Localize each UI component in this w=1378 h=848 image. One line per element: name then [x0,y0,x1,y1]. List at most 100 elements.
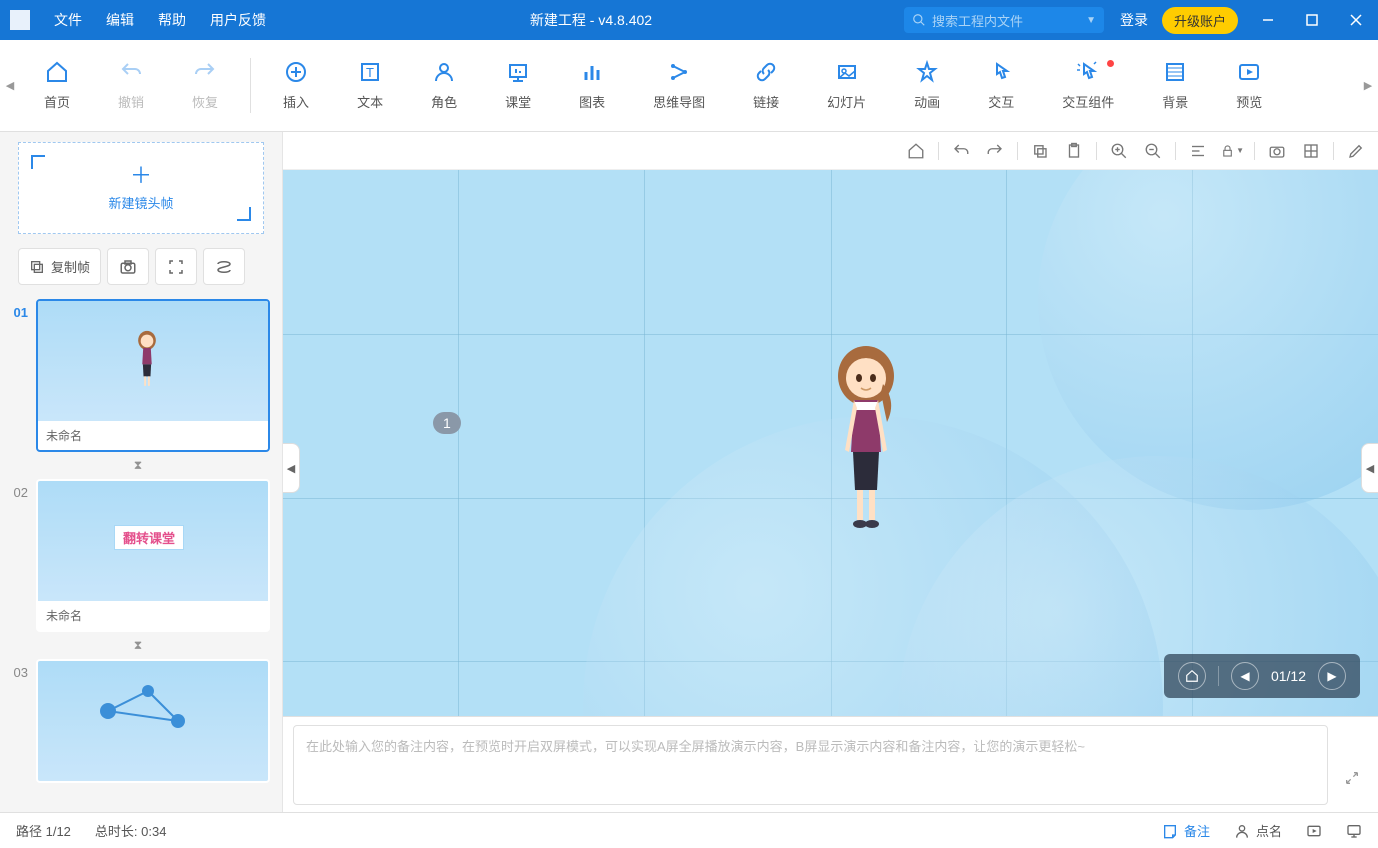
new-frame-button[interactable]: ＋ 新建镜头帧 [18,142,264,234]
page-prev-button[interactable]: ◀ [1231,662,1259,690]
menu-feedback[interactable]: 用户反馈 [198,10,278,30]
focus-button[interactable] [155,248,197,285]
toolbar-chart[interactable]: 图表 [555,40,629,131]
search-placeholder: 搜索工程内文件 [932,11,1023,30]
canvas-zoom-out-icon[interactable] [1141,139,1165,163]
frame-number: 03 [6,659,28,783]
page-home-icon[interactable] [1178,662,1206,690]
sidebar-collapse-button[interactable]: ◀ [283,443,300,493]
path-button[interactable] [203,248,245,285]
statusbar: 路径 1/12 总时长: 0:34 备注 点名 [0,812,1378,848]
canvas-redo-icon[interactable] [983,139,1007,163]
notification-dot [1107,60,1114,67]
frame-label: 未命名 [38,601,268,630]
undo-icon [119,60,143,84]
window-minimize[interactable] [1246,0,1290,40]
toolbar-anim[interactable]: 动画 [890,40,964,131]
bg-icon [1163,60,1187,84]
copy-frame-label: 复制帧 [51,257,90,276]
status-notes-button[interactable]: 备注 [1162,821,1210,840]
toolbar-link-label: 链接 [753,92,779,111]
status-roll-button[interactable]: 点名 [1234,821,1282,840]
notes-expand-icon[interactable] [1344,770,1360,786]
toolbar-slide[interactable]: 幻灯片 [803,40,890,131]
panel-collapse-button[interactable]: ◀ [1361,443,1378,493]
toolbar-widget[interactable]: 交互组件 [1038,40,1138,131]
toolbar-interact[interactable]: 交互 [964,40,1038,131]
toolbar-home-label: 首页 [44,92,70,111]
toolbar-class[interactable]: 课堂 [481,40,555,131]
canvas-grid-icon[interactable] [1299,139,1323,163]
menu-help[interactable]: 帮助 [146,10,198,30]
frame-thumb-02[interactable]: 02翻转课堂未命名 [6,479,270,632]
preview-icon [1237,60,1261,84]
plus-icon: ＋ [130,165,152,187]
menu-edit[interactable]: 编辑 [94,10,146,30]
canvas-lock-icon[interactable]: ▼ [1220,139,1244,163]
home-icon [45,60,69,84]
new-frame-label: 新建镜头帧 [108,193,173,212]
frame-sidebar: ＋ 新建镜头帧 ▼ 复制帧 01未命名⧗02翻转课堂未命名⧗03 [0,132,283,812]
window-close[interactable] [1334,0,1378,40]
canvas[interactable]: 1 [283,170,1378,716]
toolbar-redo[interactable]: 恢复 [168,40,242,131]
login-link[interactable]: 登录 [1120,10,1148,30]
copy-frame-button[interactable]: 复制帧 [18,248,101,285]
frame-label: 未命名 [38,421,268,450]
toolbar-mindmap[interactable]: 思维导图 [629,40,729,131]
page-next-button[interactable]: ▶ [1318,662,1346,690]
frame-transition-icon[interactable]: ⧗ [6,458,270,473]
toolbar-scroll-left[interactable]: ◀ [0,40,20,132]
toolbar-undo[interactable]: 撤销 [94,40,168,131]
toolbar-undo-label: 撤销 [118,92,144,111]
toolbar-bg[interactable]: 背景 [1138,40,1212,131]
canvas-paste-icon[interactable] [1062,139,1086,163]
main-toolbar: ◀ 首页 撤销 恢复 插入T文本角色课堂图表思维导图 链接 幻灯片 动画 交互交互组件 背景预览… [0,40,1378,132]
canvas-home-icon[interactable] [904,139,928,163]
mindmap-icon [667,60,691,84]
frame-thumb-03[interactable]: 03 [6,659,270,783]
slide-icon [835,60,859,84]
status-present-button[interactable] [1346,823,1362,839]
canvas-align-icon[interactable] [1186,139,1210,163]
toolbar-widget-label: 交互组件 [1062,92,1114,111]
anim-icon [915,60,939,84]
frame-transition-icon[interactable]: ⧗ [6,638,270,653]
notes-icon [1162,823,1178,839]
canvas-snapshot-icon[interactable] [1265,139,1289,163]
toolbar-preview-label: 预览 [1236,92,1262,111]
toolbar-scroll-right[interactable]: ▶ [1358,40,1378,132]
svg-text:T: T [366,65,374,80]
canvas-edit-icon[interactable] [1344,139,1368,163]
camera-icon [119,258,137,276]
camera-button[interactable] [107,248,149,285]
canvas-copy-icon[interactable] [1028,139,1052,163]
toolbar-link[interactable]: 链接 [729,40,803,131]
upgrade-button[interactable]: 升级账户 [1162,7,1238,34]
toolbar-preview[interactable]: 预览 [1212,40,1286,131]
person-icon [1234,823,1250,839]
toolbar-slide-label: 幻灯片 [827,92,866,111]
stage-character[interactable] [831,340,901,530]
canvas-undo-icon[interactable] [949,139,973,163]
notes-panel [283,716,1378,812]
search-input[interactable]: 搜索工程内文件 ▼ [904,7,1104,33]
toolbar-text[interactable]: T文本 [333,40,407,131]
toolbar-home[interactable]: 首页 [20,40,94,131]
text-icon: T [358,60,382,84]
menu-file[interactable]: 文件 [42,10,94,30]
toolbar-role[interactable]: 角色 [407,40,481,131]
toolbar-mindmap-label: 思维导图 [653,92,705,111]
role-icon [432,60,456,84]
window-maximize[interactable] [1290,0,1334,40]
canvas-toolbar: ▼ [283,132,1378,170]
toolbar-anim-label: 动画 [914,92,940,111]
status-duration: 总时长: 0:34 [95,821,167,840]
toolbar-insert[interactable]: 插入 [259,40,333,131]
frame-thumb-01[interactable]: 01未命名 [6,299,270,452]
search-dropdown-icon[interactable]: ▼ [1086,15,1096,26]
toolbar-redo-label: 恢复 [192,92,218,111]
status-play-button[interactable] [1306,823,1322,839]
canvas-zoom-in-icon[interactable] [1107,139,1131,163]
notes-textarea[interactable] [293,725,1328,805]
